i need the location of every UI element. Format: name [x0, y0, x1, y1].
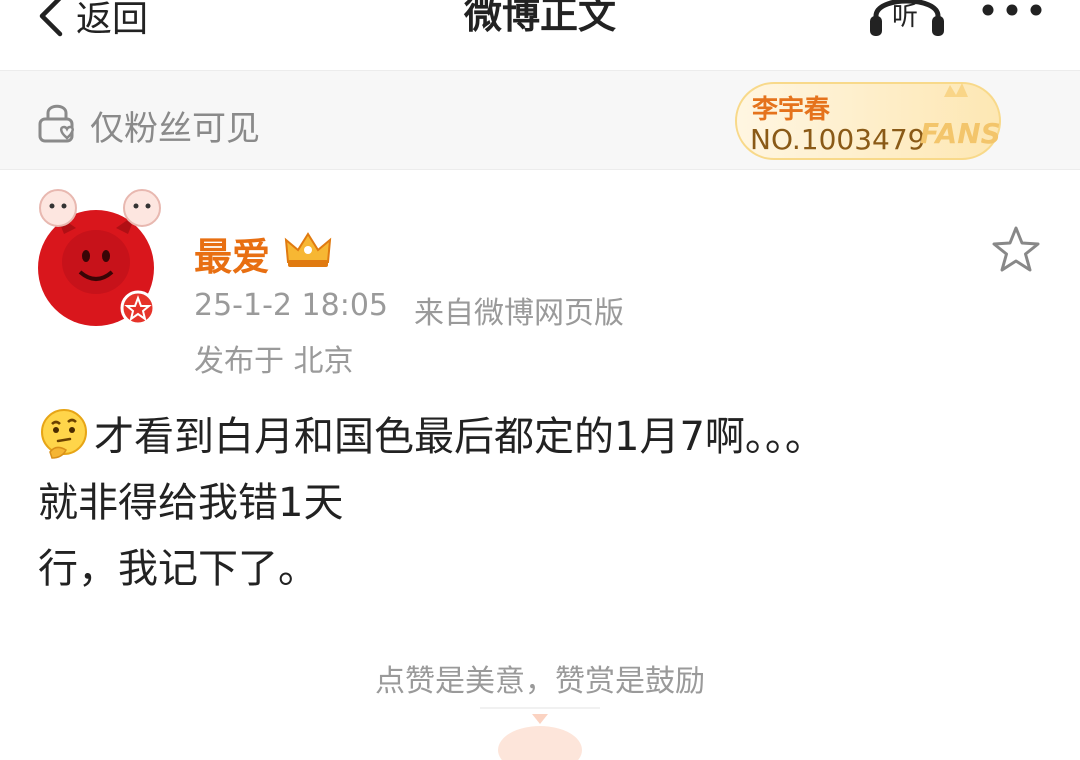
reward-prompt: 点赞是美意，赞赏是鼓励 — [375, 664, 705, 699]
fans-badge-number[interactable]: NO.1003479 — [750, 123, 925, 156]
post-time: 25-1-2 18:05 — [194, 288, 388, 323]
star-outline-icon[interactable] — [990, 224, 1042, 276]
post-text-line-2: 就非得给我错1天 — [38, 480, 344, 526]
crown-badge-icon — [284, 232, 332, 267]
visibility-label: 仅粉丝可见 — [90, 109, 260, 149]
reward-button[interactable] — [470, 700, 610, 760]
top-nav-bar: 返回 微博正文 听 — [0, 0, 1080, 71]
fans-badge-word: FANS — [920, 117, 1001, 150]
more-dots-icon[interactable] — [980, 0, 1044, 26]
post-text-line-3: 行，我记下了。 — [38, 546, 318, 592]
post-text-line-1: 才看到白月和国色最后都定的1月7啊。。。 — [94, 414, 825, 460]
listen-label[interactable]: 听 — [892, 0, 918, 33]
avatar[interactable] — [36, 184, 166, 334]
post-line-1: 才看到白月和国色最后都定的1月7啊。。。 — [38, 404, 1048, 470]
lock-heart-icon — [38, 104, 74, 143]
post-content: 才看到白月和国色最后都定的1月7啊。。。 就非得给我错1天 行，我记下了。 — [38, 404, 1048, 602]
author-name[interactable]: 最爱 — [194, 226, 270, 281]
thinking-emoji-icon — [41, 409, 87, 459]
post-source[interactable]: 来自微博网页版 — [414, 288, 624, 332]
fans-badge-name[interactable]: 李宇春 — [752, 89, 830, 126]
visibility-bar: 仅粉丝可见 李宇春 NO.1003479 FANS — [0, 71, 1080, 170]
post-location: 发布于 北京 — [194, 344, 354, 379]
